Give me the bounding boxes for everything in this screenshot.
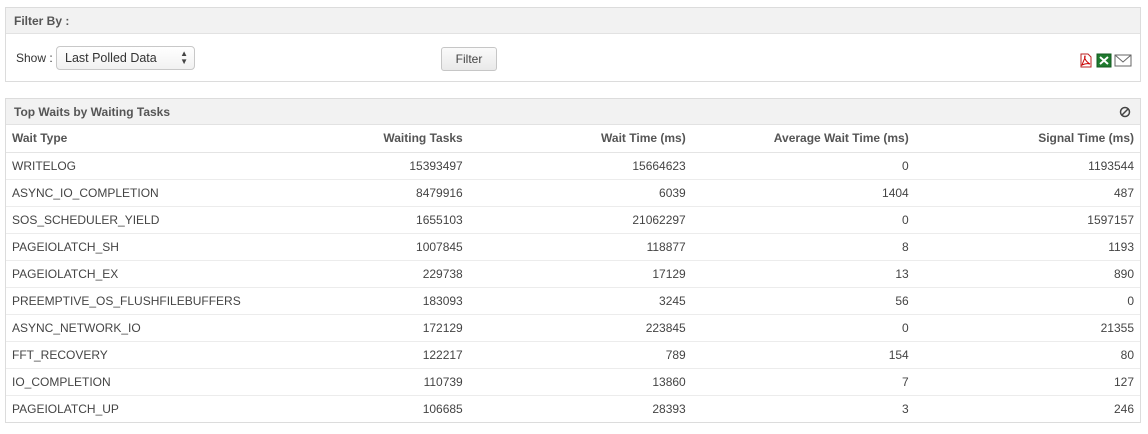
table-cell: 246 xyxy=(1113,401,1134,416)
filter-row: Show : Last Polled Data ▲ ▼ Filter xyxy=(6,34,1140,82)
export-icons xyxy=(1078,53,1132,68)
table-cell: 7 xyxy=(691,368,915,396)
table-cell: 0 xyxy=(691,314,915,342)
table-row: FFT_RECOVERY 122217 789 154 80 xyxy=(6,341,1140,369)
table-cell: 3 xyxy=(902,401,909,416)
table-row: PAGEIOLATCH_SH 1007845 118877 8 1193 xyxy=(6,233,1140,261)
table-cell: 17129 xyxy=(468,260,692,288)
table-cell: 0 xyxy=(691,206,915,234)
table-cell: 8479916 xyxy=(246,179,469,207)
table-cell: 487 xyxy=(914,179,1140,207)
table-cell: 223845 xyxy=(468,314,692,342)
table-cell: WRITELOG xyxy=(6,152,247,180)
table-cell: 122217 xyxy=(246,341,469,369)
filter-button[interactable]: Filter xyxy=(441,47,497,71)
table-cell: 3245 xyxy=(468,287,692,315)
table-cell: 110739 xyxy=(246,368,469,396)
table-cell: 1193544 xyxy=(914,152,1140,180)
filter-title: Filter By : xyxy=(14,13,70,28)
table-cell: ASYNC_NETWORK_IO xyxy=(6,314,247,342)
column-header[interactable]: Signal Time (ms) xyxy=(914,125,1140,153)
waits-table: Wait Type Waiting Tasks Wait Time (ms) A… xyxy=(6,125,1140,422)
table-cell: 8 xyxy=(691,233,915,261)
show-select-value: Last Polled Data xyxy=(65,51,157,65)
table-cell: 21062297 xyxy=(468,206,692,234)
top-waits-title: Top Waits by Waiting Tasks xyxy=(14,104,171,119)
table-cell: IO_COMPLETION xyxy=(6,368,247,396)
table-cell: 13 xyxy=(691,260,915,288)
table-cell: 0 xyxy=(914,287,1140,315)
table-cell: 890 xyxy=(914,260,1140,288)
top-waits-header: Top Waits by Waiting Tasks xyxy=(6,99,1140,125)
email-icon[interactable] xyxy=(1114,53,1132,68)
table-row: WRITELOG 15393497 15664623 0 1193544 xyxy=(6,152,1140,180)
table-cell: 1007845 xyxy=(246,233,469,261)
table-row: ASYNC_IO_COMPLETION 8479916 6039 1404 487 xyxy=(6,179,1140,207)
table-cell: 6039 xyxy=(468,179,692,207)
excel-icon[interactable] xyxy=(1096,53,1112,68)
show-label: Show : xyxy=(16,51,53,65)
table-cell: 154 xyxy=(691,341,915,369)
table-cell: 21355 xyxy=(914,314,1140,342)
table-cell: 127 xyxy=(914,368,1140,396)
column-header[interactable]: Average Wait Time (ms) xyxy=(691,125,915,153)
table-cell: ASYNC_IO_COMPLETION xyxy=(6,179,247,207)
table-cell: 15393497 xyxy=(246,152,469,180)
table-cell: FFT_RECOVERY xyxy=(6,341,247,369)
pdf-icon[interactable] xyxy=(1078,53,1094,68)
filter-panel: Filter By : Show : Last Polled Data ▲ ▼ F… xyxy=(5,7,1141,82)
table-cell: PAGEIOLATCH_EX xyxy=(6,260,247,288)
table-cell: 1193 xyxy=(914,233,1140,261)
table-header-row: Wait Type Waiting Tasks Wait Time (ms) A… xyxy=(6,125,1140,153)
table-cell: 789 xyxy=(468,341,692,369)
top-waits-panel: Top Waits by Waiting Tasks Wait Type Wai… xyxy=(5,98,1141,423)
table-cell: SOS_SCHEDULER_YIELD xyxy=(6,206,247,234)
table-row: IO_COMPLETION 110739 13860 7 127 xyxy=(6,368,1140,396)
select-arrows-icon: ▲ ▼ xyxy=(180,49,188,66)
column-header[interactable]: Wait Time (ms) xyxy=(468,125,692,153)
table-cell: 1655103 xyxy=(246,206,469,234)
column-header[interactable]: Wait Type xyxy=(6,125,247,153)
table-row: PREEMPTIVE_OS_FLUSHFILEBUFFERS 183093 3245… xyxy=(6,287,1140,315)
table-cell: 28393 xyxy=(652,401,686,416)
column-header[interactable]: Waiting Tasks xyxy=(246,125,469,153)
table-cell: 56 xyxy=(691,287,915,315)
table-cell: 0 xyxy=(691,152,915,180)
close-icon[interactable] xyxy=(1118,105,1132,119)
table-row: PAGEIOLATCH_EX 229738 17129 13 890 xyxy=(6,260,1140,288)
filter-panel-header: Filter By : xyxy=(6,8,1140,34)
table-cell: PAGEIOLATCH_UP xyxy=(12,401,119,416)
table-cell: 118877 xyxy=(468,233,692,261)
table-row: SOS_SCHEDULER_YIELD 1655103 21062297 0 15971… xyxy=(6,206,1140,234)
table-cell: 229738 xyxy=(246,260,469,288)
table-cell: 1404 xyxy=(691,179,915,207)
table-row: PAGEIOLATCH_UP 106685 28393 3 246 xyxy=(6,395,1140,422)
table-cell: 13860 xyxy=(468,368,692,396)
table-cell: PREEMPTIVE_OS_FLUSHFILEBUFFERS xyxy=(6,287,247,315)
table-row: ASYNC_NETWORK_IO 172129 223845 0 21355 xyxy=(6,314,1140,342)
table-cell: PAGEIOLATCH_SH xyxy=(6,233,247,261)
table-cell: 172129 xyxy=(246,314,469,342)
table-cell: 183093 xyxy=(246,287,469,315)
table-cell: 106685 xyxy=(422,401,463,416)
table-cell: 80 xyxy=(914,341,1140,369)
table-cell: 1597157 xyxy=(914,206,1140,234)
show-select[interactable]: Last Polled Data ▲ ▼ xyxy=(56,46,195,70)
table-cell: 15664623 xyxy=(468,152,692,180)
